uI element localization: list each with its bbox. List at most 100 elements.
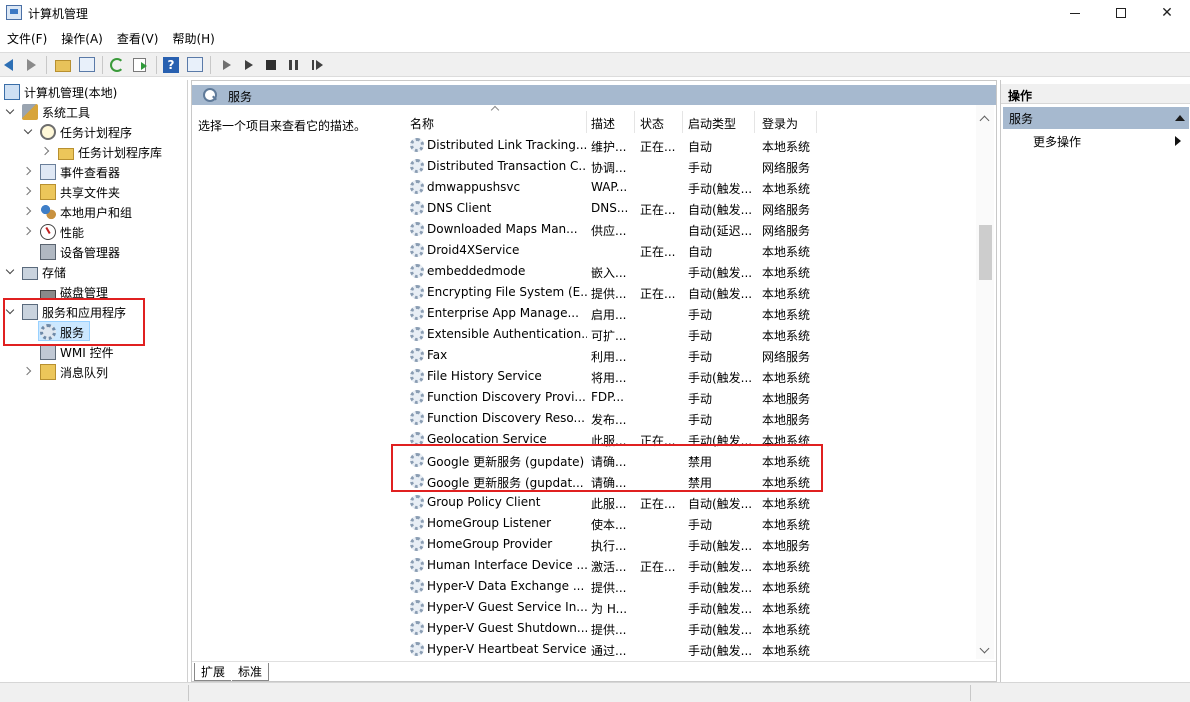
tab-extended[interactable]: 扩展: [194, 663, 232, 681]
services-rows: Distributed Link Tracking... 维护... 正在... 自动…: [396, 135, 984, 659]
restart-service-icon[interactable]: [308, 56, 326, 74]
service-row[interactable]: Hyper-V Guest Service In... 为 H... 手动(触发..…: [396, 597, 984, 618]
service-row[interactable]: Fax 利用... 手动 网络服务: [396, 345, 984, 366]
service-row[interactable]: Human Interface Device ... 激活... 正在... 手动(触…: [396, 555, 984, 576]
tree-item-task-scheduler[interactable]: 任务计划程序: [24, 122, 132, 142]
export-list-icon[interactable]: [132, 56, 150, 74]
service-name: Droid4XService: [427, 243, 520, 257]
column-logon-as[interactable]: 登录为: [762, 115, 798, 132]
tree-item-local-users[interactable]: 本地用户和组: [24, 202, 132, 222]
tree-item-event-viewer[interactable]: 事件查看器: [24, 162, 120, 182]
expand-chevron-icon[interactable]: [24, 127, 34, 137]
service-name: Group Policy Client: [427, 495, 541, 509]
more-actions-link[interactable]: 更多操作: [1033, 133, 1081, 150]
service-startup-type: 手动: [688, 392, 713, 406]
service-name: Function Discovery Reso...: [427, 411, 585, 425]
tree-item-performance[interactable]: 性能: [24, 222, 84, 242]
service-row[interactable]: Extensible Authentication... 可扩... 手动 本地系统: [396, 324, 984, 345]
service-row[interactable]: Group Policy Client 此服... 正在... 自动(触发... 本地系…: [396, 492, 984, 513]
pause-service-icon[interactable]: [284, 56, 302, 74]
service-row[interactable]: Hyper-V Heartbeat Service 通过... 手动(触发... 本地…: [396, 639, 984, 659]
service-row[interactable]: Distributed Link Tracking... 维护... 正在... 自动…: [396, 135, 984, 156]
service-row[interactable]: Distributed Transaction C... 协调... 手动 网络服务: [396, 156, 984, 177]
service-name: HomeGroup Listener: [427, 516, 552, 530]
vertical-scrollbar[interactable]: [976, 105, 994, 659]
shared-folder-icon: [40, 184, 56, 200]
menu-view[interactable]: 查看(V): [110, 28, 166, 50]
maximize-button[interactable]: [1098, 0, 1144, 26]
minimize-button[interactable]: [1052, 0, 1098, 26]
service-name: Distributed Link Tracking...: [427, 138, 587, 152]
start-service-icon[interactable]: [218, 56, 236, 74]
collapse-chevron-icon[interactable]: [24, 166, 34, 176]
scroll-up-icon[interactable]: [979, 115, 990, 126]
gear-icon: [410, 348, 424, 362]
forward-icon[interactable]: [22, 56, 40, 74]
service-name: Hyper-V Guest Service In...: [427, 600, 587, 614]
service-row[interactable]: Hyper-V Guest Shutdown... 提供... 手动(触发... 本地…: [396, 618, 984, 639]
tab-standard[interactable]: 标准: [232, 663, 270, 681]
scroll-thumb[interactable]: [979, 225, 992, 280]
service-logon-as: 本地系统: [762, 644, 811, 658]
start-service-alt-icon[interactable]: [240, 56, 258, 74]
service-startup-type: 手动(触发...: [688, 266, 753, 280]
tree-item-storage[interactable]: 存储: [6, 262, 66, 282]
menu-file[interactable]: 文件(F): [0, 28, 54, 50]
service-row[interactable]: Function Discovery Provi... FDP... 手动 本地服务: [396, 387, 984, 408]
service-logon-as: 网络服务: [762, 350, 811, 364]
tree-item-system-tools[interactable]: 系统工具: [6, 102, 90, 122]
refresh-icon[interactable]: [108, 56, 126, 74]
back-icon[interactable]: [2, 56, 20, 74]
tree-item-root[interactable]: 计算机管理(本地): [4, 82, 117, 102]
service-logon-as: 本地系统: [762, 518, 811, 532]
gear-icon: [410, 159, 424, 173]
service-row[interactable]: File History Service 将用... 手动(触发... 本地系统: [396, 366, 984, 387]
service-row[interactable]: Encrypting File System (E... 提供... 正在... 自动…: [396, 282, 984, 303]
collapse-chevron-icon[interactable]: [24, 206, 34, 216]
service-row[interactable]: dmwappushsvc WAP... 手动(触发... 本地系统: [396, 177, 984, 198]
service-row[interactable]: embeddedmode 嵌入... 手动(触发... 本地系统: [396, 261, 984, 282]
up-folder-icon[interactable]: [54, 56, 72, 74]
collapse-chevron-icon[interactable]: [24, 226, 34, 236]
collapse-up-icon[interactable]: [1175, 115, 1185, 121]
service-startup-type: 自动: [688, 245, 713, 259]
service-description: 执行...: [591, 539, 627, 553]
service-row[interactable]: Function Discovery Reso... 发布... 手动 本地服务: [396, 408, 984, 429]
tree-item-message-queuing[interactable]: 消息队列: [24, 362, 108, 382]
menu-action[interactable]: 操作(A): [54, 28, 110, 50]
collapse-chevron-icon[interactable]: [24, 186, 34, 196]
service-row[interactable]: Enterprise App Manage... 启用... 手动 本地系统: [396, 303, 984, 324]
close-button[interactable]: ✕: [1144, 0, 1190, 26]
service-row[interactable]: Droid4XService 正在... 自动 本地系统: [396, 240, 984, 261]
actions-group-services[interactable]: 服务: [1003, 107, 1189, 129]
services-list[interactable]: 名称 描述 状态 启动类型 登录为 Distributed Link Track…: [396, 105, 984, 659]
stop-service-icon[interactable]: [262, 56, 280, 74]
column-description[interactable]: 描述: [591, 115, 615, 132]
tree-item-shared-folders[interactable]: 共享文件夹: [24, 182, 120, 202]
service-row[interactable]: Hyper-V Data Exchange ... 提供... 手动(触发... 本地…: [396, 576, 984, 597]
service-startup-type: 手动(触发...: [688, 182, 753, 196]
collapse-chevron-icon[interactable]: [24, 366, 34, 376]
column-name[interactable]: 名称: [410, 115, 434, 132]
service-name: Hyper-V Guest Shutdown...: [427, 621, 587, 635]
tree-item-device-manager[interactable]: 设备管理器: [40, 242, 120, 262]
tree-item-task-scheduler-library[interactable]: 任务计划程序库: [42, 142, 162, 162]
collapse-chevron-icon[interactable]: [42, 146, 52, 156]
column-startup-type[interactable]: 启动类型: [688, 115, 736, 132]
expand-chevron-icon[interactable]: [6, 107, 16, 117]
service-row[interactable]: HomeGroup Provider 执行... 手动(触发... 本地服务: [396, 534, 984, 555]
menu-help[interactable]: 帮助(H): [165, 28, 221, 50]
service-logon-as: 本地系统: [762, 602, 811, 616]
service-startup-type: 手动: [688, 413, 713, 427]
properties-icon[interactable]: [186, 56, 204, 74]
help-icon[interactable]: ?: [162, 56, 180, 74]
column-status[interactable]: 状态: [640, 115, 664, 132]
submenu-arrow-icon[interactable]: [1175, 136, 1181, 146]
service-row[interactable]: DNS Client DNS... 正在... 自动(触发... 网络服务: [396, 198, 984, 219]
expand-chevron-icon[interactable]: [6, 267, 16, 277]
scroll-down-icon[interactable]: [979, 643, 990, 654]
show-hide-tree-icon[interactable]: [78, 56, 96, 74]
service-row[interactable]: HomeGroup Listener 使本... 手动 本地系统: [396, 513, 984, 534]
service-description: WAP...: [591, 180, 628, 194]
service-row[interactable]: Downloaded Maps Man... 供应... 自动(延迟... 网络服务: [396, 219, 984, 240]
